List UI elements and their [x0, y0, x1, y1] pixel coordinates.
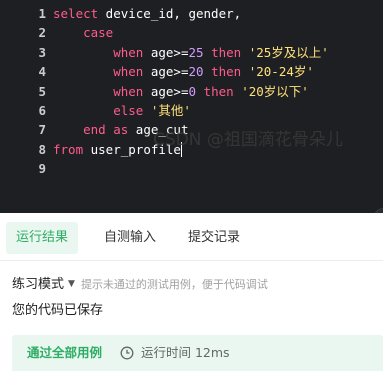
tab-self-test-input[interactable]: 自测输入	[94, 222, 166, 254]
code-token: '20岁以下'	[241, 83, 309, 99]
code-text[interactable]: when age>=0 then '20岁以下'	[53, 82, 309, 101]
code-token: age>=	[143, 83, 189, 99]
tab-run-result[interactable]: 运行结果	[6, 222, 79, 254]
code-token: then	[203, 83, 234, 99]
pass-status: 通过全部用例	[27, 345, 103, 360]
line-number: 9	[38, 161, 46, 177]
code-token: device_id, gender,	[98, 6, 242, 21]
code-token: '25岁及以上'	[248, 44, 329, 60]
caret-down-icon[interactable]: ▼	[68, 279, 75, 289]
code-token: age>=	[143, 64, 189, 80]
code-text[interactable]: when age>=25 then '25岁及以上'	[53, 43, 329, 62]
code-token: case	[83, 25, 114, 41]
code-text[interactable]: select device_id, gender,	[53, 4, 241, 23]
code-token: select	[53, 6, 99, 21]
line-number: 3	[38, 44, 46, 60]
code-token: 0	[188, 83, 197, 99]
code-token: from	[53, 141, 84, 157]
practice-mode-dropdown[interactable]: 练习模式	[12, 277, 64, 292]
line-number: 7	[38, 122, 46, 138]
code-token: as	[113, 122, 129, 138]
code-line[interactable]: 1 select device_id, gender,	[0, 4, 383, 23]
code-token: when	[113, 44, 144, 60]
line-number: 5	[38, 83, 46, 99]
code-line[interactable]: 9	[0, 159, 383, 178]
result-status-bar: 通过全部用例 运行时间 12ms	[12, 335, 383, 371]
code-token: then	[211, 64, 242, 80]
practice-mode-hint: 提示未通过的测试用例，便于代码调试	[80, 278, 268, 291]
code-token: 25	[188, 44, 204, 60]
code-token: '20-24岁'	[248, 64, 314, 80]
code-text[interactable]: case	[53, 23, 113, 42]
code-line[interactable]: 3 when age>=25 then '25岁及以上'	[0, 43, 383, 62]
code-token: end	[83, 122, 106, 138]
code-token: when	[113, 83, 144, 99]
line-number: 6	[38, 103, 46, 118]
line-number: 2	[38, 25, 46, 41]
code-token: when	[113, 64, 144, 80]
line-number: 8	[38, 141, 46, 157]
code-saved-status: 您的代码已保存	[12, 303, 104, 318]
practice-mode-row: 练习模式 ▼ 提示未通过的测试用例，便于代码调试	[12, 273, 268, 293]
watermark: CSDN @祖国滴花骨朵儿	[153, 130, 343, 150]
code-text[interactable]: when age>=20 then '20-24岁'	[53, 62, 314, 81]
code-token: 20	[188, 64, 204, 80]
code-editor[interactable]: 1 select device_id, gender, 2 case 3 when a…	[0, 0, 383, 213]
code-line[interactable]: 5 when age>=0 then '20岁以下'	[0, 82, 383, 101]
code-line[interactable]: 4 when age>=20 then '20-24岁'	[0, 62, 383, 81]
tab-submission-history[interactable]: 提交记录	[178, 222, 250, 254]
result-panel: 运行结果 自测输入 提交记录 练习模式 ▼ 提示未通过的测试用例，便于代码调试 您的…	[0, 213, 383, 371]
clock-icon	[120, 346, 134, 360]
code-token: else	[113, 103, 144, 118]
result-tabs: 运行结果 自测输入 提交记录	[0, 213, 383, 261]
code-token: then	[211, 44, 242, 60]
code-token: age>=	[143, 44, 189, 60]
code-text[interactable]: else '其他'	[53, 101, 191, 120]
code-line[interactable]: 6 else '其他'	[0, 101, 383, 120]
code-token: '其他'	[150, 103, 191, 118]
runtime-text: 运行时间 12ms	[141, 345, 230, 360]
code-line[interactable]: 2 case	[0, 23, 383, 42]
line-number: 1	[38, 6, 46, 21]
line-number: 4	[38, 64, 46, 80]
